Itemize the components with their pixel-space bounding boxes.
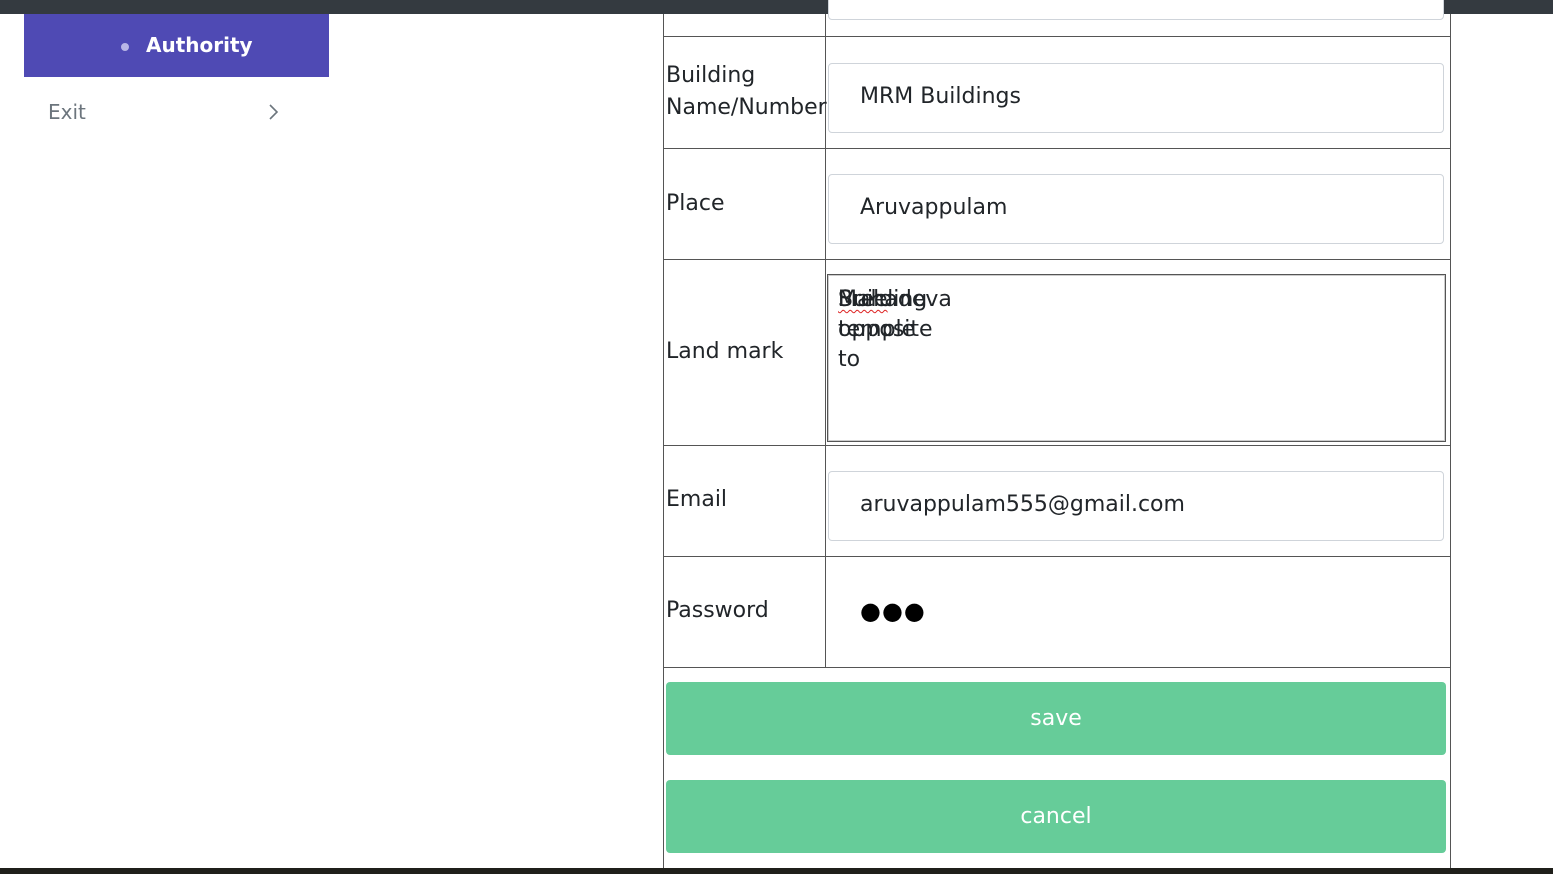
- email-value: aruvappulam555@gmail.com: [860, 492, 1185, 517]
- password-field[interactable]: ●●●: [827, 557, 1446, 667]
- landmark-label: Land mark: [666, 339, 784, 364]
- form-row-email: Email aruvappulam555@gmail.com: [664, 446, 1450, 557]
- password-mask: ●●●: [860, 597, 926, 625]
- form-row-place: Place Aruvappulam: [664, 149, 1450, 260]
- chevron-right-icon: [269, 104, 279, 120]
- form-row-previous: [664, 0, 1450, 37]
- email-label: Email: [666, 487, 728, 512]
- place-label: Place: [666, 191, 725, 216]
- bottom-edge-bar: [0, 868, 1553, 874]
- sidebar-item-authority[interactable]: Authority: [24, 14, 329, 77]
- bullet-icon: [121, 43, 129, 51]
- email-field[interactable]: aruvappulam555@gmail.com: [828, 471, 1444, 541]
- form-row-password: Password ●●●: [664, 557, 1450, 668]
- cancel-button[interactable]: cancel: [666, 780, 1446, 853]
- previous-field[interactable]: [828, 0, 1444, 20]
- save-button[interactable]: save: [666, 682, 1446, 755]
- place-field[interactable]: Aruvappulam: [828, 174, 1444, 244]
- registration-form: Building Name/Number MRM Buildings Place…: [663, 0, 1451, 874]
- building-label-line2: Name/Number: [666, 95, 827, 120]
- place-value: Aruvappulam: [860, 195, 1008, 220]
- password-label: Password: [666, 598, 769, 623]
- sidebar-item-label: Authority: [146, 33, 253, 57]
- sidebar-item-exit[interactable]: Exit: [24, 92, 304, 132]
- form-row-building: Building Name/Number MRM Buildings: [664, 37, 1450, 149]
- building-label-line1: Building: [666, 63, 756, 88]
- landmark-textarea[interactable]: Building opposite to Sree Mahadeva templ…: [827, 274, 1446, 442]
- building-name-value: MRM Buildings: [860, 84, 1021, 109]
- building-name-field[interactable]: MRM Buildings: [828, 63, 1444, 133]
- sidebar-item-label: Exit: [48, 100, 86, 124]
- form-row-landmark: Land mark Building opposite to Sree Maha…: [664, 260, 1450, 446]
